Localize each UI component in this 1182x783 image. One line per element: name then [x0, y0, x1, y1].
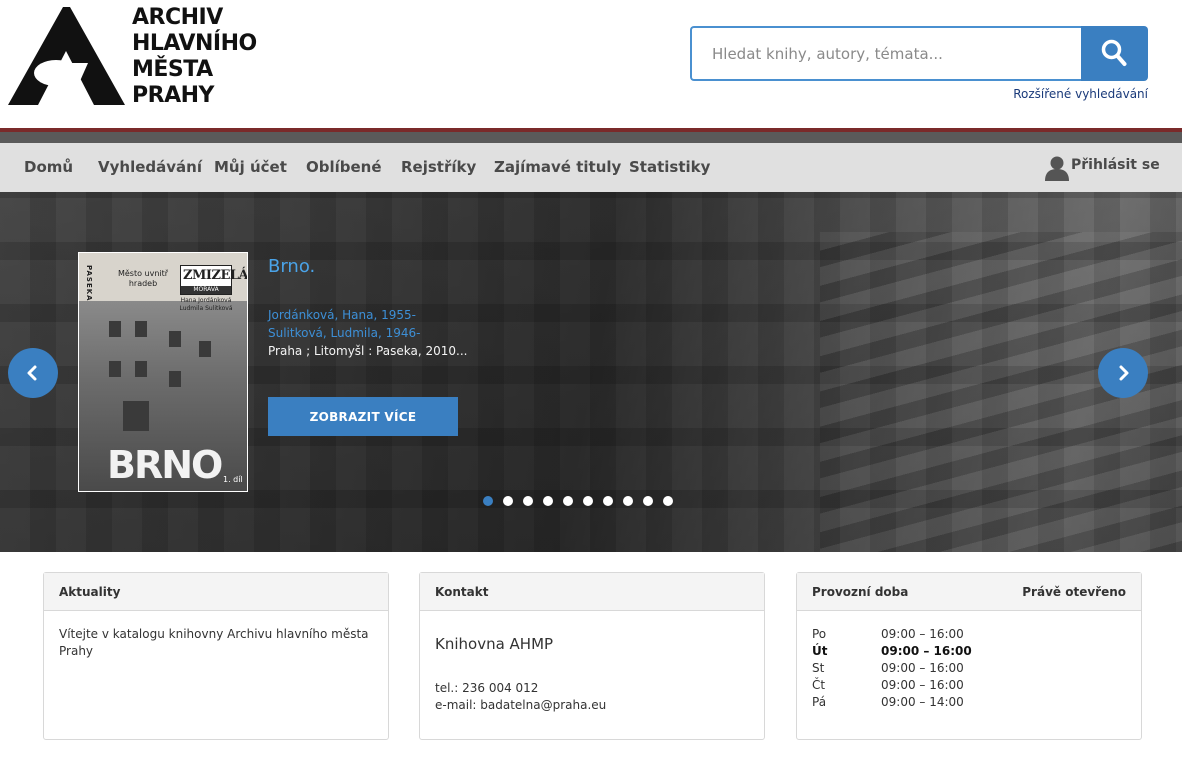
cover-title: BRNO [107, 443, 223, 487]
header-rule-dark [0, 132, 1182, 143]
nav-item-home[interactable]: Domů [24, 158, 73, 176]
carousel-dot[interactable] [623, 496, 633, 506]
site-header: ARCHIV HLAVNÍHO MĚSTA PRAHY Rozšířené vy… [0, 0, 1182, 128]
panel-header: Aktuality [44, 573, 388, 611]
opening-hours-panel: Provozní doba Právě otevřeno Po 09:00 – 1… [796, 572, 1142, 740]
book-cover[interactable]: PASEKA Město uvnitř hradeb ZMIZELÁ MORAV… [78, 252, 248, 492]
carousel-dot[interactable] [643, 496, 653, 506]
carousel-dot[interactable] [583, 496, 593, 506]
contact-name: Knihovna AHMP [435, 635, 554, 653]
hours-row: Čt 09:00 – 16:00 [812, 678, 1128, 695]
hours-day: Út [812, 644, 828, 658]
hours-day: Po [812, 627, 827, 641]
contact-email: e-mail: badatelna@praha.eu [435, 698, 607, 712]
cover-window [169, 371, 181, 387]
open-status: Právě otevřeno [1022, 585, 1126, 599]
nav-item-favorites[interactable]: Oblíbené [306, 158, 382, 176]
search-bar [690, 26, 1148, 81]
logo-line: ARCHIV [132, 5, 223, 30]
author-link[interactable]: Jordánková, Hana, 1955- [268, 308, 416, 322]
cover-window [135, 321, 147, 337]
hours-time: 09:00 – 16:00 [881, 644, 972, 658]
hours-time: 09:00 – 14:00 [881, 695, 964, 709]
logo-line: HLAVNÍHO [132, 31, 257, 56]
main-nav: Domů Vyhledávání Můj účet Oblíbené Rejst… [0, 143, 1182, 192]
cover-series-badge: ZMIZELÁ MORAVA [180, 265, 247, 295]
site-logo[interactable]: ARCHIV HLAVNÍHO MĚSTA PRAHY [8, 5, 268, 109]
panel-title: Aktuality [59, 585, 121, 599]
cover-window [169, 331, 181, 347]
archive-logo-icon [8, 7, 125, 105]
panel-title: Provozní doba [812, 585, 909, 599]
hours-row: Pá 09:00 – 14:00 [812, 695, 1128, 712]
panel-title: Kontakt [435, 585, 489, 599]
carousel-dot[interactable] [483, 496, 493, 506]
carousel-dot[interactable] [523, 496, 533, 506]
author-link[interactable]: Sulitková, Ludmila, 1946- [268, 326, 420, 340]
contact-panel: Kontakt Knihovna AHMP tel.: 236 004 012 … [419, 572, 765, 740]
cover-series-bottom: MORAVA [181, 286, 231, 294]
logo-line: PRAHY [132, 83, 214, 108]
panel-header: Provozní doba Právě otevřeno [797, 573, 1141, 611]
cover-window [109, 361, 121, 377]
carousel-dot[interactable] [543, 496, 553, 506]
hours-row: Út 09:00 – 16:00 [812, 644, 1128, 661]
hours-time: 09:00 – 16:00 [881, 678, 964, 692]
cover-publisher: PASEKA [85, 265, 93, 302]
cover-authors: Hana Jordánková Ludmila Sulitková [179, 297, 233, 312]
carousel-dot[interactable] [563, 496, 573, 506]
hours-day: Pá [812, 695, 827, 709]
nav-item-interesting-titles[interactable]: Zajímavé tituly [494, 158, 621, 176]
cover-subtitle: Město uvnitř hradeb [117, 269, 169, 288]
cover-window [135, 361, 147, 377]
hours-time: 09:00 – 16:00 [881, 627, 964, 641]
carousel-dot[interactable] [503, 496, 513, 506]
hours-time: 09:00 – 16:00 [881, 661, 964, 675]
logo-line: MĚSTA [132, 57, 213, 82]
show-more-button[interactable]: ZOBRAZIT VÍCE [268, 397, 458, 436]
advanced-search-link[interactable]: Rozšířené vyhledávání [1013, 87, 1148, 101]
carousel-next-button[interactable] [1098, 348, 1148, 398]
nav-item-registers[interactable]: Rejstříky [401, 158, 476, 176]
carousel-dot[interactable] [603, 496, 613, 506]
hours-row: St 09:00 – 16:00 [812, 661, 1128, 678]
user-icon [1045, 156, 1069, 181]
hours-day: Čt [812, 678, 826, 692]
hours-day: St [812, 661, 825, 675]
search-button[interactable] [1081, 26, 1148, 81]
contact-phone: tel.: 236 004 012 [435, 681, 539, 695]
book-title-link[interactable]: Brno. [268, 256, 315, 277]
book-imprint: Praha ; Litomyšl : Paseka, 2010... [268, 344, 468, 358]
carousel-prev-button[interactable] [8, 348, 58, 398]
cover-volume: 1. díl [223, 475, 243, 484]
nav-item-statistics[interactable]: Statistiky [629, 158, 710, 176]
logo-wordmark: ARCHIV HLAVNÍHO MĚSTA PRAHY [132, 5, 272, 109]
login-label: Přihlásit se [1071, 157, 1160, 173]
news-panel: Aktuality Vítejte v katalogu knihovny Ar… [43, 572, 389, 740]
carousel-dot[interactable] [663, 496, 673, 506]
nav-item-account[interactable]: Můj účet [214, 158, 287, 176]
cover-window [199, 341, 211, 357]
magnifier-icon [1101, 39, 1127, 66]
panel-header: Kontakt [420, 573, 764, 611]
cover-window [109, 321, 121, 337]
cover-door [123, 401, 149, 431]
featured-carousel: PASEKA Město uvnitř hradeb ZMIZELÁ MORAV… [0, 192, 1182, 552]
news-text: Vítejte v katalogu knihovny Archivu hlav… [59, 627, 369, 658]
search-input[interactable] [690, 26, 1082, 81]
nav-item-search[interactable]: Vyhledávání [98, 158, 202, 176]
hours-row: Po 09:00 – 16:00 [812, 627, 1128, 644]
chevron-right-icon [1119, 365, 1129, 381]
cover-series-top: ZMIZELÁ [183, 268, 248, 283]
chevron-left-icon [27, 365, 37, 381]
